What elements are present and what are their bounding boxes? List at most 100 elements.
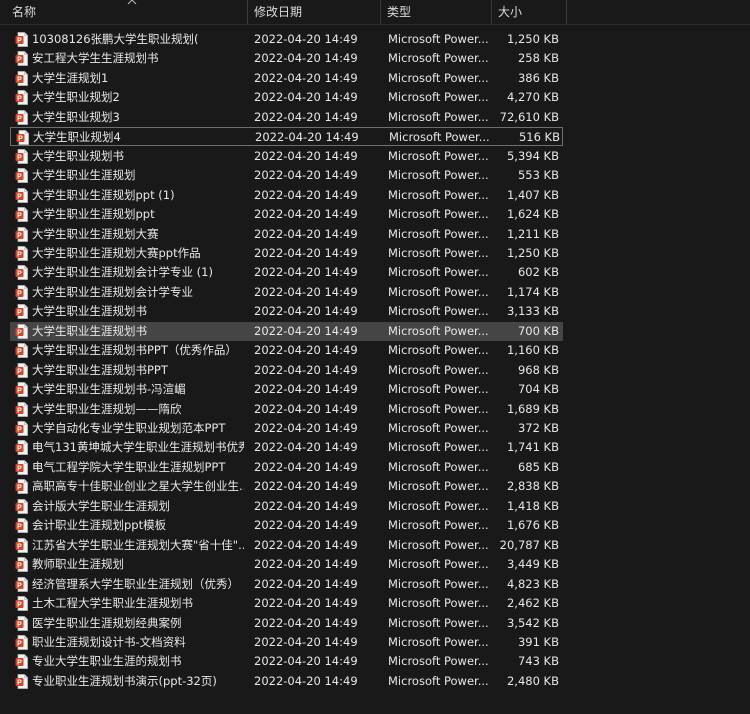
file-row[interactable]: P 大学生职业生涯规划ppt (1) 2022-04-20 14:49 Microso… xyxy=(10,186,563,205)
file-row[interactable]: P 大学生职业生涯规划书PPT 2022-04-20 14:49 Microsoft … xyxy=(10,361,563,380)
file-row[interactable]: P 大学生职业规划2 2022-04-20 14:49 Microsoft Power… xyxy=(10,88,563,107)
file-row[interactable]: P 电气131黄坤城大学生职业生涯规划书优秀 2022-04-20 14:49 Mic… xyxy=(10,438,563,457)
powerpoint-file-icon: P xyxy=(15,187,28,203)
file-row[interactable]: P 专业职业生涯规划书演示(ppt-32页) 2022-04-20 14:49 Mic… xyxy=(10,672,563,691)
file-type: Microsoft Power... xyxy=(389,130,490,145)
file-row[interactable]: P 大学生涯规划1 2022-04-20 14:49 Microsoft Power.… xyxy=(10,69,563,88)
powerpoint-file-icon: P xyxy=(16,130,29,146)
file-date-modified: 2022-04-20 14:49 xyxy=(254,498,358,513)
file-date-modified: 2022-04-20 14:49 xyxy=(255,130,359,145)
file-type: Microsoft Power... xyxy=(388,265,489,280)
file-row[interactable]: P 大学生职业生涯规划——隋欣 2022-04-20 14:49 Microsoft … xyxy=(10,400,563,419)
file-row[interactable]: P 大学生职业规划4 2022-04-20 14:49 Microsoft Power… xyxy=(10,127,563,147)
column-header-date-label: 修改日期 xyxy=(254,5,303,19)
file-name: 大学生职业生涯规划书PPT xyxy=(32,362,168,377)
file-row[interactable]: P 土木工程大学生职业生涯规划书 2022-04-20 14:49 Microsoft… xyxy=(10,594,563,613)
file-row[interactable]: P 大学生职业生涯规划 2022-04-20 14:49 Microsoft Powe… xyxy=(10,166,563,185)
file-row[interactable]: P 会计职业生涯规划ppt模板 2022-04-20 14:49 Microsoft … xyxy=(10,516,563,535)
file-size: 1,160 KB xyxy=(506,343,559,358)
file-type: Microsoft Power... xyxy=(388,537,489,552)
svg-text:P: P xyxy=(17,660,22,667)
file-date-modified: 2022-04-20 14:49 xyxy=(254,382,358,397)
file-type: Microsoft Power... xyxy=(388,245,489,260)
powerpoint-file-icon: P xyxy=(15,70,28,86)
file-name: 大学生职业生涯规划ppt (1) xyxy=(32,187,175,202)
file-row[interactable]: P 会计版大学生职业生涯规划 2022-04-20 14:49 Microsoft P… xyxy=(10,497,563,516)
file-type: Microsoft Power... xyxy=(388,148,489,163)
file-name: 职业生涯规划设计书-文档资料 xyxy=(32,634,186,649)
file-row[interactable]: P 大学生职业生涯规划书 2022-04-20 14:49 Microsoft Pow… xyxy=(10,321,563,341)
file-row[interactable]: P 大学生职业生涯规划大赛 2022-04-20 14:49 Microsoft Po… xyxy=(10,225,563,244)
file-row[interactable]: P 医学生职业生涯规划经典案例 2022-04-20 14:49 Microsoft … xyxy=(10,614,563,633)
file-row[interactable]: P 经济管理系大学生职业生涯规划（优秀） 2022-04-20 14:49 Micro… xyxy=(10,575,563,594)
file-row[interactable]: P 专业大学生职业生涯的规划书 2022-04-20 14:49 Microsoft … xyxy=(10,652,563,671)
file-row[interactable]: P 职业生涯规划设计书-文档资料 2022-04-20 14:49 Microsoft… xyxy=(10,633,563,652)
file-name: 大学生职业生涯规划——隋欣 xyxy=(32,401,182,416)
file-date-modified: 2022-04-20 14:49 xyxy=(254,109,358,124)
file-row[interactable]: P 大学生职业生涯规划会计学专业 2022-04-20 14:49 Microsoft… xyxy=(10,283,563,302)
file-type: Microsoft Power... xyxy=(388,615,489,630)
file-name: 江苏省大学生职业生涯规划大赛"省十佳"... xyxy=(32,537,244,552)
svg-text:P: P xyxy=(17,329,22,336)
file-size: 72,610 KB xyxy=(499,109,559,124)
svg-text:P: P xyxy=(17,388,22,395)
powerpoint-file-icon: P xyxy=(15,421,28,436)
file-date-modified: 2022-04-20 14:49 xyxy=(254,557,358,572)
file-name: 专业职业生涯规划书演示(ppt-32页) xyxy=(32,673,217,688)
powerpoint-file-icon: P xyxy=(15,32,28,47)
file-row[interactable]: P 安工程大学生生涯规划书 2022-04-20 14:49 Microsoft Po… xyxy=(10,49,563,68)
file-row[interactable]: P 教师职业生涯规划 2022-04-20 14:49 Microsoft Power… xyxy=(10,555,563,574)
powerpoint-file-icon: P xyxy=(15,401,28,417)
file-type: Microsoft Power... xyxy=(388,518,489,533)
svg-text:P: P xyxy=(17,252,22,259)
column-header-size[interactable]: 大小 xyxy=(492,0,567,24)
file-name: 大学生职业规划3 xyxy=(32,109,120,124)
file-date-modified: 2022-04-20 14:49 xyxy=(254,596,358,611)
column-header-name[interactable]: 名称 xyxy=(6,0,248,24)
file-row[interactable]: P 大学生职业生涯规划ppt 2022-04-20 14:49 Microsoft P… xyxy=(10,205,563,224)
file-row[interactable]: P 大学生职业生涯规划大赛ppt作品 2022-04-20 14:49 Microso… xyxy=(10,244,563,263)
file-size: 1,211 KB xyxy=(506,226,559,241)
file-row[interactable]: P 大学自动化专业学生职业规划范本PPT 2022-04-20 14:49 Micro… xyxy=(10,419,563,438)
file-type: Microsoft Power... xyxy=(388,557,489,572)
file-type: Microsoft Power... xyxy=(388,226,489,241)
svg-text:P: P xyxy=(17,76,22,83)
file-size: 2,462 KB xyxy=(506,596,559,611)
file-name: 电气131黄坤城大学生职业生涯规划书优秀 xyxy=(32,440,244,455)
file-row[interactable]: P 大学生职业生涯规划书PPT（优秀作品） 2022-04-20 14:49 Micr… xyxy=(10,341,563,360)
file-name: 高职高专十佳职业创业之星大学生创业生... xyxy=(32,479,244,494)
file-row[interactable]: P 大学生职业规划3 2022-04-20 14:49 Microsoft Power… xyxy=(10,108,563,127)
file-date-modified: 2022-04-20 14:49 xyxy=(254,284,358,299)
file-date-modified: 2022-04-20 14:49 xyxy=(254,187,358,202)
column-header-name-label: 名称 xyxy=(12,5,37,19)
file-size: 5,394 KB xyxy=(506,148,559,163)
file-date-modified: 2022-04-20 14:49 xyxy=(254,401,358,416)
file-type: Microsoft Power... xyxy=(388,343,489,358)
svg-text:P: P xyxy=(17,407,22,414)
file-row[interactable]: P 大学生职业规划书 2022-04-20 14:49 Microsoft Power… xyxy=(10,147,563,166)
file-date-modified: 2022-04-20 14:49 xyxy=(254,343,358,358)
powerpoint-file-icon: P xyxy=(15,304,28,320)
file-date-modified: 2022-04-20 14:49 xyxy=(254,673,358,688)
column-header-date[interactable]: 修改日期 xyxy=(248,0,381,24)
file-date-modified: 2022-04-20 14:49 xyxy=(254,479,358,494)
file-row[interactable]: P 江苏省大学生职业生涯规划大赛"省十佳"... 2022-04-20 14:49 M… xyxy=(10,536,563,555)
svg-text:P: P xyxy=(17,679,22,686)
file-name: 土木工程大学生职业生涯规划书 xyxy=(32,596,193,611)
file-name: 专业大学生职业生涯的规划书 xyxy=(32,654,182,669)
file-row[interactable]: P 大学生职业生涯规划书-冯渲嵋 2022-04-20 14:49 Microsoft… xyxy=(10,380,563,399)
svg-text:P: P xyxy=(17,563,22,570)
file-type: Microsoft Power... xyxy=(388,109,489,124)
column-header-type[interactable]: 类型 xyxy=(381,0,492,24)
file-size: 391 KB xyxy=(517,634,559,649)
file-name: 大学生职业生涯规划 xyxy=(32,168,136,183)
file-row[interactable]: P 高职高专十佳职业创业之星大学生创业生... 2022-04-20 14:49 Mi… xyxy=(10,477,563,496)
file-row[interactable]: P 大学生职业生涯规划会计学专业 (1) 2022-04-20 14:49 Micro… xyxy=(10,263,563,282)
file-row[interactable]: P 电气工程学院大学生职业生涯规划PPT 2022-04-20 14:49 Micro… xyxy=(10,458,563,477)
file-date-modified: 2022-04-20 14:49 xyxy=(254,654,358,669)
file-type: Microsoft Power... xyxy=(388,70,489,85)
svg-text:P: P xyxy=(17,271,22,278)
file-row[interactable]: P 10308126张鹏大学生职业规划(2022-04-20 14:49 Micro… xyxy=(10,30,563,49)
svg-text:P: P xyxy=(17,174,22,181)
file-row[interactable]: P 大学生职业生涯规划书 2022-04-20 14:49 Microsoft Pow… xyxy=(10,302,563,321)
